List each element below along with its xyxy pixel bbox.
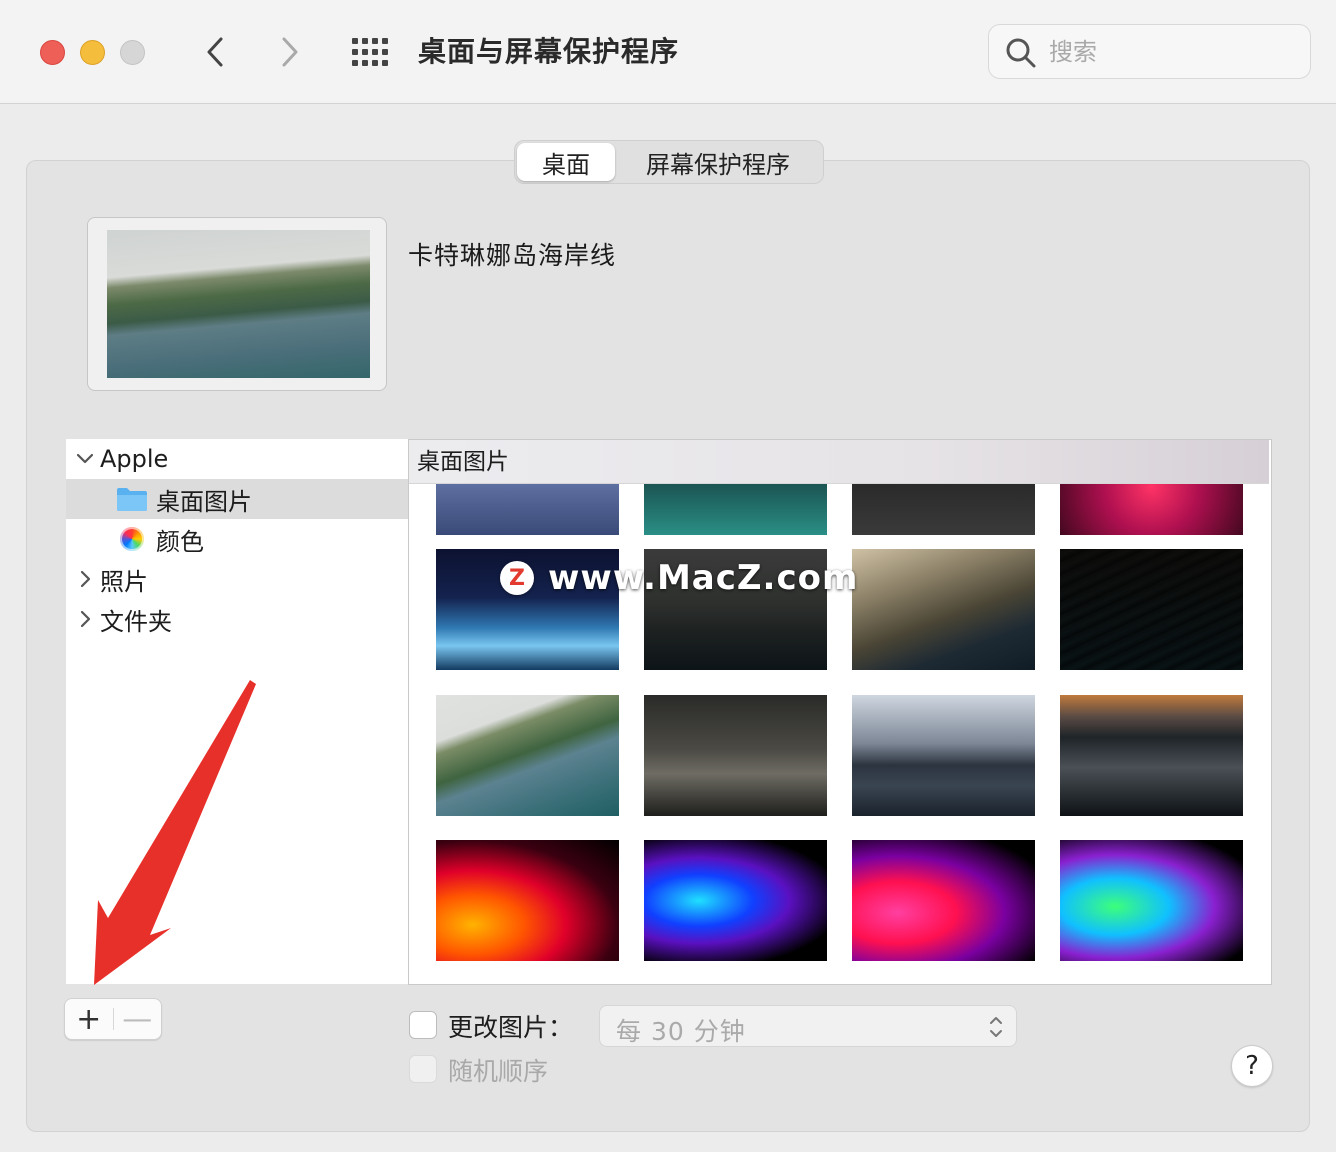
up-down-arrows-icon xyxy=(990,1017,1002,1037)
wallpaper-thumbnail[interactable] xyxy=(852,549,1035,670)
chevron-down-icon[interactable] xyxy=(70,453,100,465)
window-title: 桌面与屏幕保护程序 xyxy=(418,35,680,68)
wallpaper-thumbnail[interactable] xyxy=(436,695,619,816)
change-picture-checkbox[interactable] xyxy=(409,1011,437,1039)
sidebar-item-apple[interactable]: Apple xyxy=(66,439,408,479)
color-wheel-icon xyxy=(120,527,144,551)
folder-icon xyxy=(117,488,147,511)
grid-header: 桌面图片 xyxy=(409,440,1269,484)
interval-popup[interactable]: 每 30 分钟 xyxy=(599,1005,1017,1047)
sidebar-item-label: 照片 xyxy=(100,567,148,596)
sidebar-item-label: Apple xyxy=(100,445,169,473)
tab-screen-saver[interactable]: 屏幕保护程序 xyxy=(615,143,821,181)
source-list: Apple 桌面图片 颜色 照片 文件夹 xyxy=(66,439,408,984)
interval-value: 每 30 分钟 xyxy=(616,1017,746,1046)
wallpaper-thumbnail[interactable] xyxy=(436,840,619,961)
minimize-button[interactable] xyxy=(80,40,105,65)
add-remove-control: + — xyxy=(64,998,162,1040)
wallpaper-thumbnail[interactable] xyxy=(1060,695,1243,816)
add-folder-button[interactable]: + xyxy=(65,999,113,1039)
sidebar-item-label: 颜色 xyxy=(156,527,204,556)
close-button[interactable] xyxy=(40,40,65,65)
search-field[interactable] xyxy=(988,24,1311,79)
wallpaper-thumbnail[interactable] xyxy=(644,695,827,816)
sidebar-item-photos[interactable]: 照片 xyxy=(66,559,408,599)
wallpaper-grid: 桌面图片 xyxy=(408,439,1272,985)
chevron-right-icon xyxy=(282,37,298,67)
chevron-right-icon[interactable] xyxy=(70,570,100,588)
wallpaper-thumbnail[interactable] xyxy=(852,695,1035,816)
back-button[interactable] xyxy=(195,30,235,74)
wallpaper-thumbnail[interactable] xyxy=(644,840,827,961)
chevron-left-icon xyxy=(207,37,223,67)
tab-control: 桌面 屏幕保护程序 xyxy=(514,140,824,184)
wallpaper-name: 卡特琳娜岛海岸线 xyxy=(408,241,617,270)
sidebar-item-desktop-pictures[interactable]: 桌面图片 xyxy=(66,479,408,519)
wallpaper-thumbnail[interactable] xyxy=(1060,840,1243,961)
wallpaper-thumbnail[interactable] xyxy=(852,840,1035,961)
sidebar-item-folders[interactable]: 文件夹 xyxy=(66,599,408,639)
watermark-logo: Z xyxy=(500,561,534,595)
wallpaper-thumbnail[interactable] xyxy=(1060,549,1243,670)
sidebar-item-label: 文件夹 xyxy=(100,607,172,636)
random-order-checkbox[interactable] xyxy=(409,1055,437,1083)
help-button[interactable]: ? xyxy=(1231,1045,1273,1087)
chevron-right-icon[interactable] xyxy=(70,610,100,628)
change-picture-label: 更改图片： xyxy=(448,1013,574,1042)
search-input[interactable] xyxy=(1049,35,1289,69)
remove-folder-button[interactable]: — xyxy=(113,999,161,1039)
sidebar-item-label: 桌面图片 xyxy=(156,487,252,516)
watermark: Z www.MacZ.com xyxy=(500,558,858,598)
sidebar-item-colors[interactable]: 颜色 xyxy=(66,519,408,559)
show-all-grid-icon[interactable] xyxy=(352,38,390,68)
title-bar: 桌面与屏幕保护程序 xyxy=(0,0,1336,104)
forward-button[interactable] xyxy=(270,30,310,74)
tab-desktop[interactable]: 桌面 xyxy=(517,143,615,181)
zoom-button[interactable] xyxy=(120,40,145,65)
wallpaper-preview xyxy=(87,217,387,391)
wallpaper-preview-image xyxy=(107,230,370,378)
watermark-text: www.MacZ.com xyxy=(548,558,859,598)
search-icon xyxy=(1006,38,1036,68)
random-order-label: 随机顺序 xyxy=(448,1057,549,1086)
